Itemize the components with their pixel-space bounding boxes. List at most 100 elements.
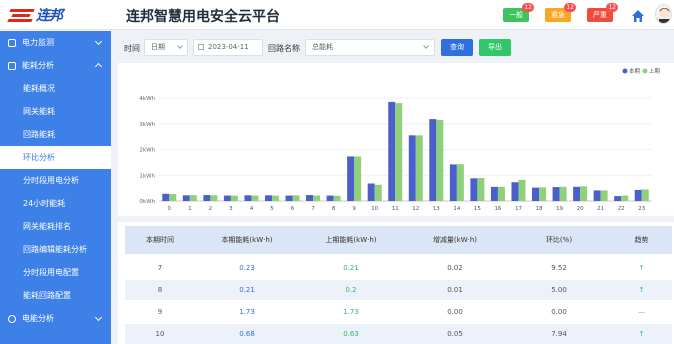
legend-marker	[622, 68, 628, 74]
bar-current	[388, 101, 396, 201]
logo-mark-icon	[6, 7, 36, 23]
sidebar-item-5[interactable]: 24小时能耗	[0, 192, 111, 215]
bar-previous	[456, 164, 464, 201]
table-cell: 1.73	[343, 308, 359, 316]
bar-previous	[354, 156, 362, 201]
bar-previous	[477, 178, 485, 201]
date-picker[interactable]: 2023-04-11	[193, 39, 263, 56]
sidebar-item-4[interactable]: 分时段用电分析	[0, 169, 111, 192]
alarm-badge-2[interactable]: 严重 12	[587, 3, 618, 22]
sidebar-menu-bottom[interactable]: 电能分析	[0, 307, 111, 330]
table-cell: 0.21	[343, 264, 359, 272]
table-cell: 9	[157, 308, 163, 316]
sidebar-item-8[interactable]: 分时段用电配置	[0, 261, 111, 284]
table-cell: 1.73	[239, 308, 255, 316]
chevron-down-icon	[423, 43, 429, 49]
bar-previous	[539, 187, 547, 201]
x-tick-label: 15	[474, 206, 481, 212]
sidebar-item-7[interactable]: 回路编辑能耗分析	[0, 238, 111, 261]
y-tick-label: 2kWh	[139, 148, 155, 154]
bar-current	[511, 182, 519, 201]
sidebar-item-9[interactable]: 能耗回路配置	[0, 284, 111, 307]
sidebar-item-1[interactable]: 网关能耗	[0, 100, 111, 123]
alarm-badge-1[interactable]: 紧急 12	[545, 3, 576, 22]
table-row: 7 0.23 0.21 0.02 9.52 ↑	[125, 258, 672, 278]
bar-current	[634, 189, 642, 201]
bar-previous	[210, 195, 218, 201]
x-tick-label: 5	[270, 206, 274, 212]
user-avatar[interactable]	[655, 4, 672, 24]
x-tick-label: 23	[638, 206, 645, 212]
bar-previous	[313, 195, 321, 201]
bar-current	[490, 186, 498, 201]
bar-previous	[230, 195, 238, 201]
x-tick-label: 14	[453, 206, 460, 212]
trend-up-icon: ↑	[638, 264, 645, 272]
table-cell: 0.2	[345, 286, 357, 294]
legend-label: 本期	[629, 67, 641, 75]
bar-current	[244, 195, 252, 201]
table-cell: 0.63	[343, 330, 359, 338]
x-tick-label: 13	[433, 206, 440, 212]
table-cell: 10	[155, 330, 165, 338]
export-button[interactable]: 导出	[479, 39, 511, 56]
bar-current	[429, 119, 437, 201]
trend-up-icon: ↑	[638, 330, 645, 338]
bar-chart: 0kWh1kWh2kWh3kWh4kWh0 1 2 3 4 5 6 7 8 9 10 11 12 13 14…	[139, 67, 661, 212]
bar-current	[162, 193, 170, 201]
y-tick-label: 1kWh	[139, 173, 155, 179]
chevron-down-icon	[177, 43, 183, 49]
bar-previous	[189, 195, 197, 201]
power-monitor-icon	[8, 38, 16, 47]
alarm-label: 严重	[593, 11, 607, 19]
bar-current	[408, 135, 416, 201]
bar-previous	[559, 186, 567, 201]
bar-previous	[374, 184, 382, 201]
table-cell: 7.94	[551, 330, 567, 338]
sidebar-menu-label: 电力监测	[22, 38, 54, 47]
calendar-icon	[198, 44, 204, 50]
power-quality-icon	[8, 314, 16, 323]
query-button[interactable]: 查询	[441, 39, 473, 56]
home-icon[interactable]	[631, 8, 645, 22]
column-header: 本期能耗(kW·h)	[221, 236, 273, 244]
bar-current	[285, 195, 293, 201]
bar-previous	[621, 195, 629, 201]
bar-previous	[271, 195, 279, 201]
bar-current	[552, 187, 560, 201]
alarm-badge-0[interactable]: 一般 12	[503, 3, 534, 22]
sidebar-menu-0[interactable]: 电力监测	[0, 31, 111, 54]
time-label: 时间	[124, 44, 140, 53]
sidebar-item-6[interactable]: 网关能耗排名	[0, 215, 111, 238]
sidebar-item-2[interactable]: 回路能耗	[0, 123, 111, 146]
x-tick-label: 22	[618, 206, 625, 212]
loop-select[interactable]: 总能耗	[305, 39, 435, 56]
top-header: 连邦 连邦智慧用电安全云平台 一般 12 紧急 12 严重 12	[0, 0, 674, 30]
sidebar-menu-1[interactable]: 能耗分析	[0, 54, 111, 77]
table-cell: 0.00	[551, 308, 567, 316]
y-tick-label: 3kWh	[139, 122, 155, 128]
sidebar-item-3[interactable]: 环比分析	[0, 146, 111, 169]
bar-previous	[169, 194, 177, 201]
bar-current	[347, 156, 355, 201]
legend-label: 上期	[649, 67, 661, 75]
company-logo: 连邦	[6, 6, 84, 24]
loop-label: 回路名称	[268, 44, 300, 53]
table-cell: 0.02	[447, 264, 463, 272]
table-cell: 7	[157, 264, 163, 272]
x-tick-label: 6	[291, 206, 295, 212]
time-type-value: 日期	[151, 43, 165, 51]
column-header: 趋势	[634, 236, 649, 244]
legend-marker	[642, 68, 648, 74]
time-type-select[interactable]: 日期	[144, 39, 188, 56]
bar-current	[326, 195, 334, 201]
x-tick-label: 19	[556, 206, 563, 212]
alarm-count: 12	[522, 3, 534, 12]
bar-previous	[436, 119, 444, 201]
chart-card: 0kWh 1kWh 2kWh 3kWh 4kWh 0 1 2 3 4 5 6 7 8 9 10 11 12 13 14…	[118, 63, 674, 216]
table-cell: 0.23	[239, 264, 255, 272]
chevron-down-icon	[94, 313, 103, 322]
sidebar-item-0[interactable]: 能耗概况	[0, 77, 111, 100]
alarm-label: 紧急	[551, 11, 565, 19]
trend-up-icon: ↑	[638, 286, 645, 294]
